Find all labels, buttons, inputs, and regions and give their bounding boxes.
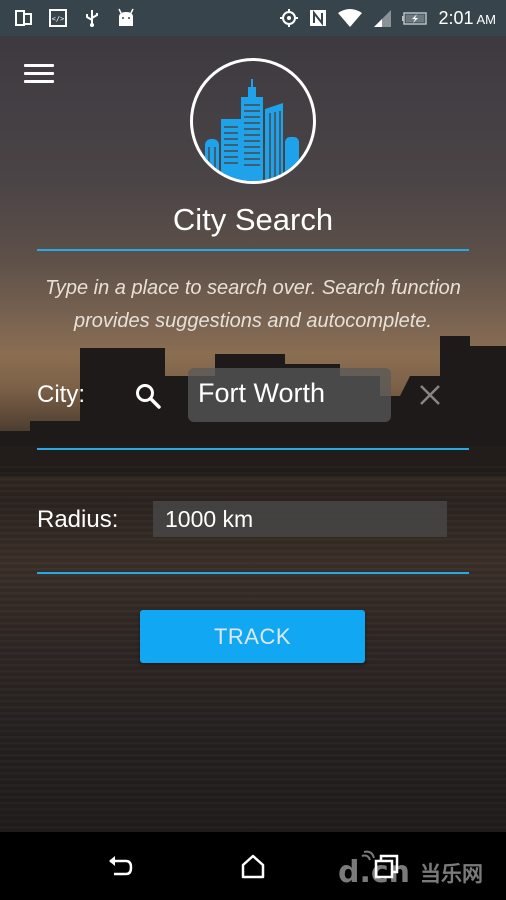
close-icon[interactable]	[418, 383, 442, 407]
city-buildings-icon	[190, 58, 316, 184]
city-divider	[37, 448, 469, 450]
clock-ampm: AM	[476, 11, 497, 27]
navigation-bar: d.cn 当乐网	[0, 832, 506, 900]
status-bar-system: 2:01 AM	[279, 8, 496, 29]
status-bar: </> 2:01 AM	[0, 0, 506, 36]
clock: 2:01 AM	[438, 8, 496, 29]
home-icon[interactable]	[236, 850, 270, 884]
city-label: City:	[37, 381, 85, 408]
radius-divider	[37, 572, 469, 574]
wifi-icon	[337, 8, 363, 28]
page-title: City Search	[172, 202, 334, 237]
status-bar-notifications: </>	[14, 8, 136, 28]
android-icon	[116, 8, 136, 28]
svg-text:</>: </>	[52, 15, 65, 23]
watermark-logo: d.cn 当乐网	[338, 850, 504, 890]
screen-mirror-icon	[14, 8, 34, 28]
track-button[interactable]: TRACK	[140, 610, 365, 663]
page-description: Type in a place to search over. Search f…	[45, 277, 461, 332]
radius-label: Radius:	[37, 506, 119, 533]
title-divider	[37, 249, 469, 251]
nfc-icon	[308, 8, 328, 28]
city-input[interactable]: Fort Worth	[188, 368, 391, 422]
recents-icon[interactable]	[370, 850, 404, 884]
svg-text:当乐网: 当乐网	[420, 862, 483, 886]
usb-icon	[82, 8, 102, 28]
hamburger-menu-icon[interactable]	[24, 64, 54, 86]
city-search-screen: City Search Type in a place to search ov…	[0, 36, 506, 832]
radius-input[interactable]: 1000 km	[153, 501, 447, 537]
search-icon[interactable]	[134, 382, 162, 410]
clock-time: 2:01	[438, 7, 474, 28]
back-icon[interactable]	[102, 850, 136, 884]
gps-icon	[279, 8, 299, 28]
cell-signal-icon	[372, 8, 392, 28]
battery-charging-icon	[401, 8, 429, 28]
developer-code-icon: </>	[48, 8, 68, 28]
